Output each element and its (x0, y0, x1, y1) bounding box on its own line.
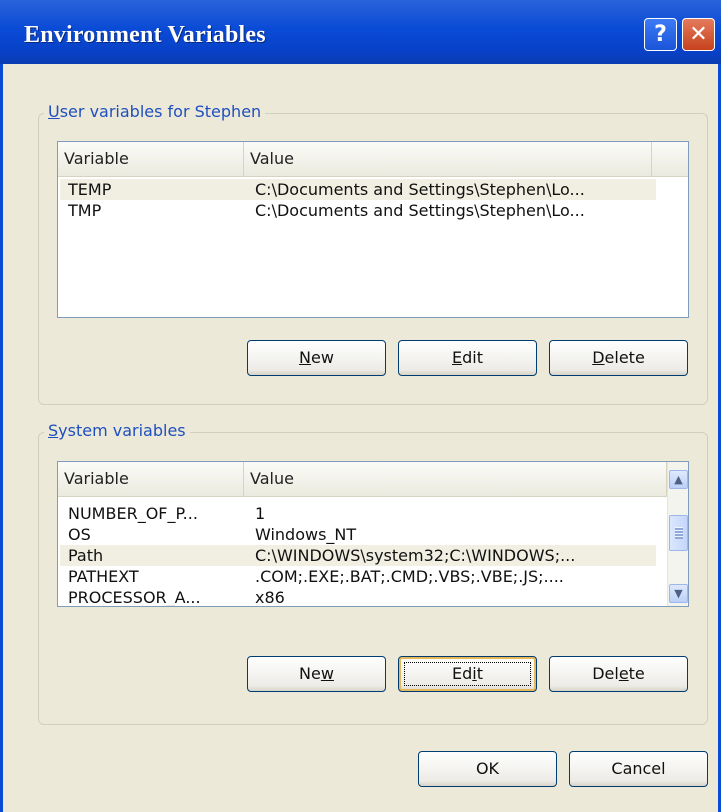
list-item[interactable]: Path C:\WINDOWS\system32;C:\WINDOWS;... (60, 545, 656, 566)
variable-value: .COM;.EXE;.BAT;.CMD;.VBS;.VBE;.JS;.... (255, 567, 564, 586)
focus-rectangle (399, 657, 536, 691)
help-icon: ? (654, 22, 667, 47)
list-item[interactable]: OS Windows_NT (60, 524, 656, 545)
system-delete-button[interactable]: Delete (549, 656, 688, 692)
list-item[interactable]: TEMP C:\Documents and Settings\Stephen\L… (60, 179, 656, 200)
variable-name: PATHEXT (68, 567, 139, 586)
variable-value: x86 (255, 588, 285, 607)
user-delete-button[interactable]: Delete (549, 340, 688, 376)
list-header: Variable Value (58, 462, 667, 497)
variable-value: C:\Documents and Settings\Stephen\Lo... (255, 201, 585, 220)
list-header: Variable Value (58, 142, 688, 177)
variable-name: TMP (68, 201, 102, 220)
list-item[interactable]: PROCESSOR_A... x86 (60, 587, 656, 607)
list-item[interactable]: NUMBER_OF_P... 1 (60, 503, 656, 524)
scroll-up-arrow-icon[interactable]: ▲ (669, 470, 688, 489)
cancel-button[interactable]: Cancel (569, 751, 708, 787)
close-button[interactable]: ✕ (682, 18, 715, 51)
system-edit-button[interactable]: Edit (398, 656, 537, 692)
user-variables-list[interactable]: Variable Value TEMP C:\Documents and Set… (57, 141, 689, 318)
variable-value: 1 (255, 504, 266, 523)
variable-name: Path (68, 546, 104, 565)
column-header-value[interactable]: Value (244, 462, 667, 496)
variable-value: Windows_NT (255, 525, 357, 544)
window-title: Environment Variables (24, 22, 266, 48)
user-edit-button[interactable]: Edit (398, 340, 537, 376)
variable-name: NUMBER_OF_P... (68, 504, 198, 523)
system-variables-list[interactable]: Variable Value NUMBER_OF_P... 1 OS Windo… (57, 461, 689, 607)
help-button[interactable]: ? (644, 18, 677, 51)
column-header-variable[interactable]: Variable (58, 142, 244, 176)
variable-value: C:\WINDOWS\system32;C:\WINDOWS;... (255, 546, 576, 565)
vertical-scrollbar[interactable]: ▲ ▼ (667, 462, 688, 606)
system-new-button[interactable]: New (247, 656, 386, 692)
variable-name: PROCESSOR_A... (68, 588, 201, 607)
close-icon: ✕ (689, 22, 708, 47)
scroll-down-arrow-icon[interactable]: ▼ (669, 584, 688, 603)
user-variables-legend: User variables for Stephen (44, 102, 266, 121)
variable-name: OS (68, 525, 91, 544)
scroll-thumb[interactable] (669, 515, 688, 551)
column-header-variable[interactable]: Variable (58, 462, 244, 496)
system-variables-legend: System variables (44, 421, 190, 440)
list-item[interactable]: PATHEXT .COM;.EXE;.BAT;.CMD;.VBS;.VBE;.J… (60, 566, 656, 587)
column-header-value[interactable]: Value (244, 142, 652, 176)
user-new-button[interactable]: New (247, 340, 386, 376)
variable-value: C:\Documents and Settings\Stephen\Lo... (255, 180, 585, 199)
title-bar[interactable]: Environment Variables ? ✕ (0, 0, 721, 64)
list-item[interactable]: TMP C:\Documents and Settings\Stephen\Lo… (60, 200, 656, 221)
ok-button[interactable]: OK (418, 751, 557, 787)
variable-name: TEMP (68, 180, 112, 199)
